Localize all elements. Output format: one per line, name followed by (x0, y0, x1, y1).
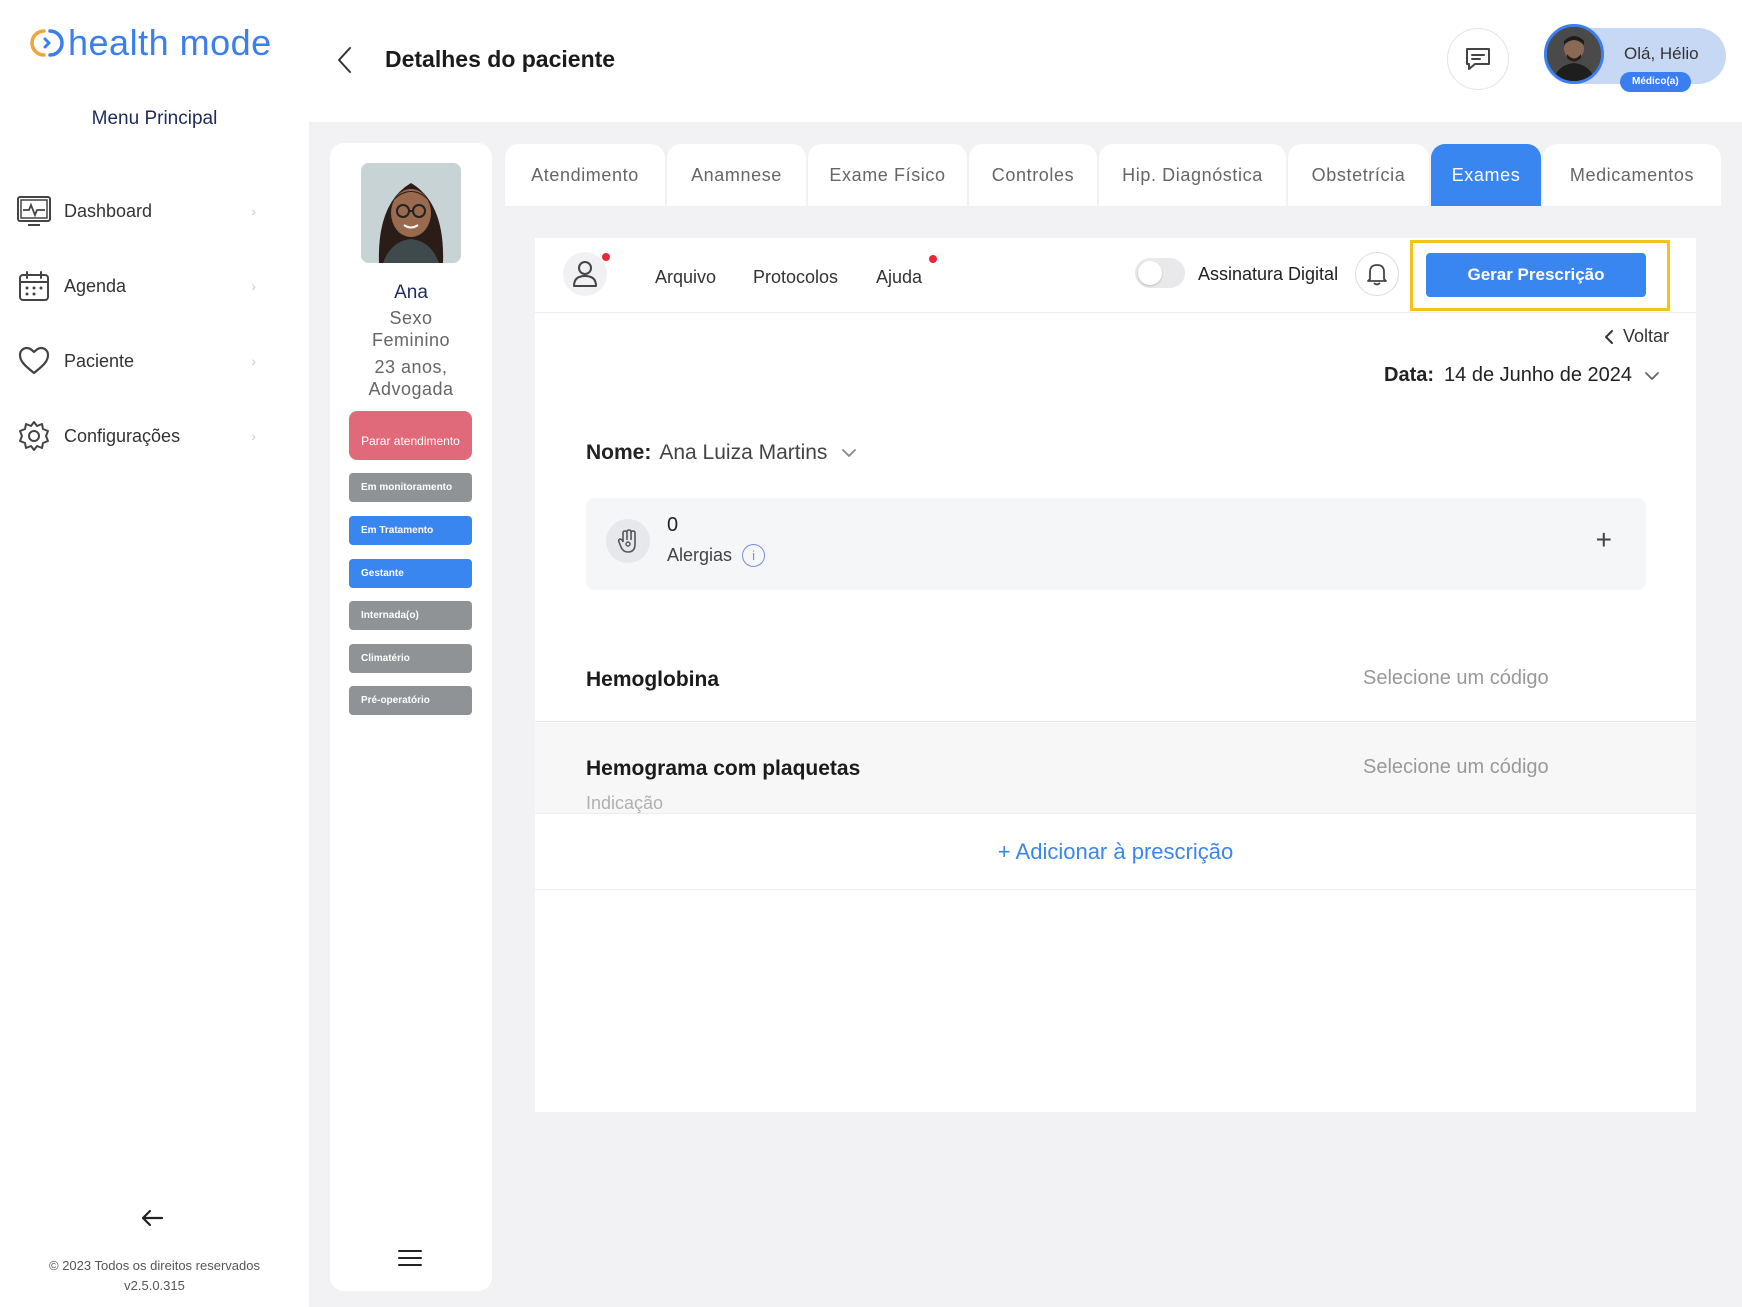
tag-em-tratamento[interactable]: Em Tratamento (349, 516, 472, 545)
page-title: Detalhes do paciente (385, 46, 616, 72)
notifications-button[interactable] (1355, 252, 1399, 296)
person-icon (573, 261, 597, 287)
sidebar: health mode Menu Principal Dashboard › A… (0, 0, 309, 1307)
avatar[interactable] (1544, 24, 1604, 84)
menu-title: Menu Principal (91, 108, 218, 129)
patient-card: Ana Sexo Feminino 23 anos, Advogada Para… (330, 143, 492, 1291)
patient-age: 23 anos, (374, 357, 448, 377)
voltar-label: Voltar (1623, 326, 1670, 346)
generate-prescription-button[interactable]: Gerar Prescrição (1426, 253, 1646, 297)
chat-icon (1466, 48, 1490, 70)
tab-atendimento[interactable]: Atendimento (505, 144, 665, 206)
monitor-icon (16, 193, 52, 229)
allergy-label-row: Alergias i (667, 544, 766, 567)
allergy-count: 0 (667, 514, 679, 536)
calendar-icon (16, 268, 52, 304)
exam-code-select[interactable]: Selecione um código (1363, 667, 1549, 690)
date-selector[interactable]: Data: 14 de Junho de 2024 (1384, 364, 1660, 387)
logo-text: health mode (68, 22, 272, 63)
chevron-down-icon (842, 449, 857, 457)
name-value: Ana Luiza Martins (659, 441, 828, 464)
tag-pre-operatorio[interactable]: Pré-operatório (349, 686, 472, 715)
sidebar-item-label: Agenda (64, 275, 127, 296)
patient-name: Ana (394, 282, 428, 303)
version-text: v2.5.0.315 (124, 1278, 185, 1293)
date-label: Data: (1384, 364, 1435, 386)
tag-em-monitoramento[interactable]: Em monitoramento (349, 473, 472, 502)
patient-sex-label: Sexo (389, 308, 433, 328)
chevron-left-icon (338, 47, 351, 73)
info-icon[interactable]: i (742, 544, 766, 567)
exam-name: Hemograma com plaquetas (586, 757, 861, 780)
patient-sex: Feminino (371, 330, 451, 350)
digital-signature-label: Assinatura Digital (1198, 264, 1339, 284)
exams-panel: Arquivo Protocolos Ajuda Assinatura Digi… (535, 238, 1696, 1112)
patient-occupation: Advogada (368, 379, 454, 399)
menu-ajuda[interactable]: Ajuda (876, 267, 922, 288)
sidebar-item-configuracoes[interactable]: Configurações › (16, 416, 256, 456)
hamburger-menu-icon[interactable] (398, 1249, 422, 1267)
sidebar-item-agenda[interactable]: Agenda › (16, 266, 256, 306)
tab-hip-diagnostica[interactable]: Hip. Diagnóstica (1099, 144, 1286, 206)
date-value: 14 de Junho de 2024 (1444, 364, 1632, 386)
chevron-left-icon (1605, 329, 1613, 344)
patient-profile-button[interactable] (563, 252, 607, 296)
exam-row: Hemoglobina Selecione um código (535, 632, 1696, 722)
name-label: Nome: (586, 441, 652, 464)
chevron-right-icon: › (251, 428, 256, 444)
back-button[interactable] (329, 42, 359, 78)
copyright-text: © 2023 Todos os direitos reservados (49, 1258, 260, 1273)
collapse-sidebar-arrow-icon[interactable] (140, 1203, 164, 1235)
top-header: Detalhes do paciente Olá, Hélio Médico(a… (309, 0, 1742, 122)
menu-arquivo[interactable]: Arquivo (655, 267, 716, 288)
toggle-knob (1138, 261, 1162, 285)
chat-button[interactable] (1447, 28, 1509, 90)
bell-icon (1367, 264, 1387, 286)
tag-internada[interactable]: Internada(o) (349, 601, 472, 630)
tab-obstetricia[interactable]: Obstetrícia (1288, 144, 1429, 206)
patient-name-selector[interactable]: Nome: Ana Luiza Martins (586, 441, 857, 465)
chevron-right-icon: › (251, 203, 256, 219)
add-to-prescription-button[interactable]: + Adicionar à prescrição (535, 813, 1696, 890)
add-allergy-button[interactable]: + (1596, 524, 1612, 556)
hand-stop-icon (606, 519, 650, 563)
patient-tabs: Atendimento Anamnese Exame Físico Contro… (505, 144, 1723, 206)
exam-name: Hemoglobina (586, 668, 720, 691)
tag-gestante[interactable]: Gestante (349, 559, 472, 588)
tab-exames[interactable]: Exames (1431, 144, 1541, 206)
stop-attendance-button[interactable]: Parar atendimento (349, 411, 472, 460)
menu-protocolos[interactable]: Protocolos (753, 267, 838, 288)
allergy-label: Alergias (667, 545, 733, 565)
tab-anamnese[interactable]: Anamnese (667, 144, 806, 206)
chevron-right-icon: › (251, 353, 256, 369)
voltar-link[interactable]: Voltar (1603, 326, 1669, 347)
sidebar-item-label: Paciente (64, 350, 135, 371)
app-logo[interactable]: health mode (30, 22, 272, 64)
exam-row: Hemograma com plaquetas Selecione um cód… (535, 723, 1696, 813)
user-greeting: Olá, Hélio (1624, 44, 1699, 63)
chevron-down-icon (1645, 371, 1659, 380)
copyright: © 2023 Todos os direitos reservados v2.5… (0, 1256, 309, 1296)
logo-icon (30, 29, 64, 57)
sidebar-item-dashboard[interactable]: Dashboard › (16, 191, 256, 231)
digital-signature-toggle[interactable] (1135, 258, 1185, 288)
chevron-right-icon: › (251, 278, 256, 294)
notification-dot (602, 253, 610, 261)
sidebar-item-label: Dashboard (64, 200, 153, 221)
tab-exame-fisico[interactable]: Exame Físico (808, 144, 967, 206)
user-role-badge: Médico(a) (1620, 72, 1691, 92)
indication-field[interactable]: Indicação (586, 793, 663, 814)
gear-icon (16, 418, 52, 454)
tab-medicamentos[interactable]: Medicamentos (1543, 144, 1721, 206)
sidebar-item-label: Configurações (64, 425, 181, 446)
tag-climaterio[interactable]: Climatério (349, 644, 472, 673)
allergies-card: 0 Alergias i + (586, 498, 1646, 590)
patient-photo (361, 163, 461, 263)
heart-icon (16, 343, 52, 379)
prescription-toolbar: Arquivo Protocolos Ajuda Assinatura Digi… (535, 238, 1696, 313)
tab-controles[interactable]: Controles (969, 144, 1097, 206)
exam-code-select[interactable]: Selecione um código (1363, 756, 1549, 779)
sidebar-item-paciente[interactable]: Paciente › (16, 341, 256, 381)
notification-dot (929, 255, 937, 263)
